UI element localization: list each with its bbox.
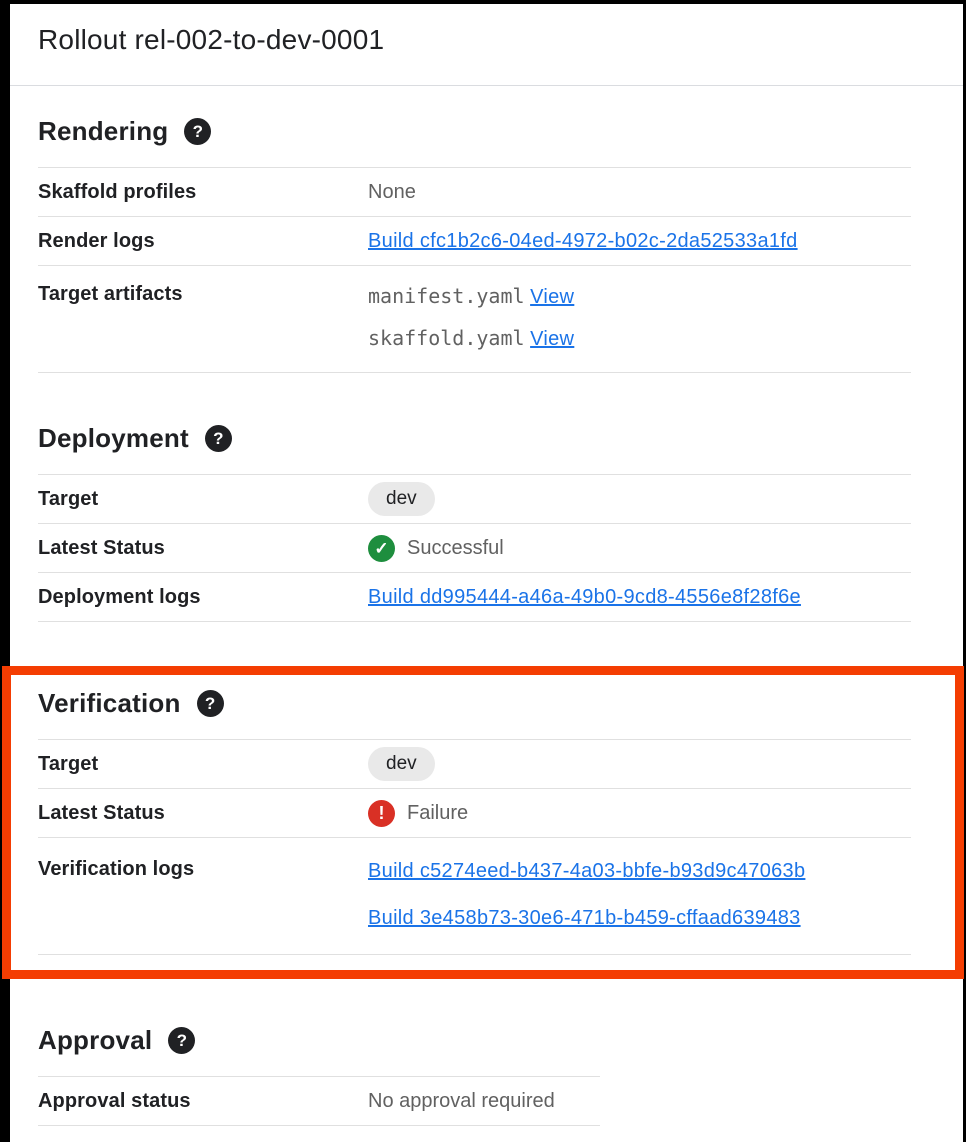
section-deployment: Deployment ? Target dev Latest Status ✓ … <box>38 423 911 622</box>
verification-table: Target dev Latest Status ! Failure <box>38 739 911 955</box>
target-chip: dev <box>368 747 435 781</box>
help-icon[interactable]: ? <box>184 118 211 145</box>
row-label: Latest Status <box>38 802 368 825</box>
approval-heading-row: Approval ? <box>38 1025 911 1056</box>
row-label: Render logs <box>38 230 368 253</box>
artifact-filename: skaffold.yaml <box>368 326 525 350</box>
verification-logs-build-link[interactable]: Build c5274eed-b437-4a03-bbfe-b93d9c4706… <box>368 848 911 895</box>
row-label: Target <box>38 753 368 776</box>
status-badge: ! Failure <box>368 800 911 827</box>
error-circle-icon: ! <box>368 800 395 827</box>
verification-heading: Verification <box>38 688 181 719</box>
table-row: Target dev <box>38 475 911 524</box>
table-row: Latest Status ✓ Successful <box>38 524 911 573</box>
artifact-filename: manifest.yaml <box>368 284 525 308</box>
table-row: Deployment logs Build dd995444-a46a-49b0… <box>38 573 911 622</box>
approval-table: Approval status No approval required <box>38 1076 600 1126</box>
rendering-table: Skaffold profiles None Render logs Build… <box>38 167 911 373</box>
row-label: Latest Status <box>38 537 368 560</box>
render-logs-build-link[interactable]: Build cfc1b2c6-04ed-4972-b02c-2da52533a1… <box>368 230 798 252</box>
table-row: Approval status No approval required <box>38 1077 600 1126</box>
verification-heading-row: Verification ? <box>38 688 911 719</box>
table-row: Target artifacts manifest.yaml View skaf… <box>38 266 911 373</box>
help-icon[interactable]: ? <box>197 690 224 717</box>
table-row: Target dev <box>38 740 911 789</box>
screenshot-edge-top <box>0 0 966 4</box>
target-chip: dev <box>368 482 435 516</box>
row-label: Skaffold profiles <box>38 181 368 204</box>
section-verification: Verification ? Target dev Latest Status … <box>38 688 911 955</box>
table-row: Skaffold profiles None <box>38 168 911 217</box>
artifact-line: manifest.yaml View <box>368 276 911 318</box>
verification-highlight-box: Verification ? Target dev Latest Status … <box>2 666 964 979</box>
artifact-view-link[interactable]: View <box>530 286 574 308</box>
deployment-heading-row: Deployment ? <box>38 423 911 454</box>
status-text: Successful <box>407 537 504 560</box>
rendering-heading: Rendering <box>38 116 168 147</box>
row-label: Approval status <box>38 1090 368 1113</box>
verification-logs-build-link[interactable]: Build 3e458b73-30e6-471b-b459-cffaad6394… <box>368 895 911 942</box>
rendering-heading-row: Rendering ? <box>38 116 911 147</box>
row-label: Verification logs <box>38 848 368 881</box>
status-badge: ✓ Successful <box>368 535 911 562</box>
deployment-logs-build-link[interactable]: Build dd995444-a46a-49b0-9cd8-4556e8f28f… <box>368 586 801 608</box>
page-body: Rendering ? Skaffold profiles None Rende… <box>0 116 966 1126</box>
artifact-line: skaffold.yaml View <box>368 318 911 360</box>
section-approval: Approval ? Approval status No approval r… <box>38 1025 911 1126</box>
help-icon[interactable]: ? <box>168 1027 195 1054</box>
row-label: Target artifacts <box>38 276 368 306</box>
artifact-view-link[interactable]: View <box>530 328 574 350</box>
approval-status-value: No approval required <box>368 1090 600 1113</box>
check-circle-icon: ✓ <box>368 535 395 562</box>
page-header: Rollout rel-002-to-dev-0001 <box>0 0 966 86</box>
help-icon[interactable]: ? <box>205 425 232 452</box>
page-title: Rollout rel-002-to-dev-0001 <box>38 24 911 56</box>
table-row: Verification logs Build c5274eed-b437-4a… <box>38 838 911 955</box>
deployment-heading: Deployment <box>38 423 189 454</box>
deployment-table: Target dev Latest Status ✓ Successful De… <box>38 474 911 622</box>
skaffold-profiles-value: None <box>368 181 911 204</box>
approval-heading: Approval <box>38 1025 152 1056</box>
row-label: Target <box>38 488 368 511</box>
status-text: Failure <box>407 802 468 825</box>
table-row: Latest Status ! Failure <box>38 789 911 838</box>
section-rendering: Rendering ? Skaffold profiles None Rende… <box>38 116 911 373</box>
table-row: Render logs Build cfc1b2c6-04ed-4972-b02… <box>38 217 911 266</box>
row-label: Deployment logs <box>38 586 368 609</box>
